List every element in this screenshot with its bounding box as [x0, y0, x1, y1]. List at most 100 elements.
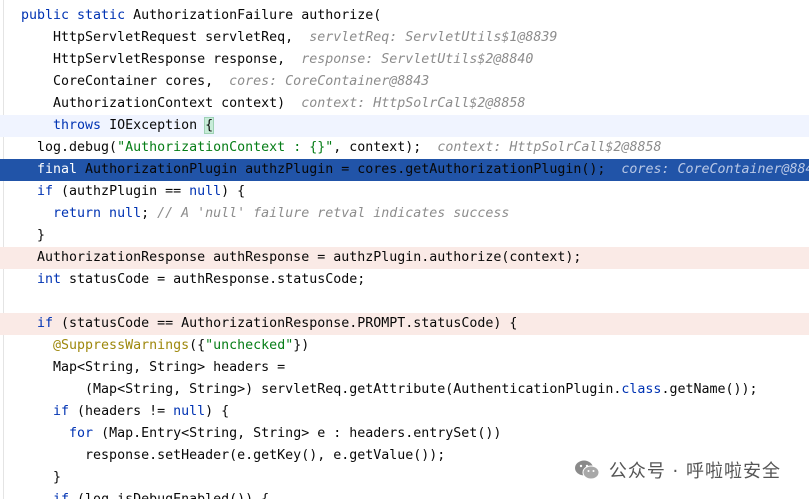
code-token: }): [293, 338, 310, 353]
code-text: for (Map.Entry<String, String> e : heade…: [21, 423, 501, 445]
code-token: statusCode = authResponse.statusCode;: [69, 272, 366, 287]
code-token: AuthorizationPlugin authzPlugin = cores.…: [85, 162, 622, 177]
code-token: (statusCode == AuthorizationResponse.: [61, 316, 358, 331]
code-token: (Map.Entry<String, String> e : headers.e…: [101, 426, 502, 441]
code-text: Map<String, String> headers =: [21, 357, 285, 379]
code-text: throws IOException {: [21, 115, 215, 137]
code-token: HttpServletRequest servletReq,: [21, 30, 310, 45]
code-token: Map<String, String> headers =: [21, 360, 286, 375]
code-text: log.debug("AuthorizationContext : {}", c…: [21, 137, 661, 159]
wechat-icon: [574, 460, 600, 480]
code-text: final AuthorizationPlugin authzPlugin = …: [21, 159, 809, 181]
code-token: HttpServletResponse response,: [21, 52, 302, 67]
code-token: ({: [189, 338, 206, 353]
code-token: response.setHeader(e.getKey(), e.getValu…: [21, 448, 446, 463]
code-line[interactable]: return null; // A 'null' failure retval …: [0, 203, 809, 225]
code-token: (Map<String, String>) servletReq.getAttr…: [21, 382, 622, 397]
code-line[interactable]: log.debug("AuthorizationContext : {}", c…: [0, 137, 809, 159]
code-token: PROMPT: [357, 316, 406, 331]
code-text: public static AuthorizationFailure autho…: [21, 5, 381, 27]
code-token: for: [21, 426, 102, 441]
code-text: }: [21, 225, 45, 247]
code-token: if: [21, 404, 78, 419]
code-token: class: [621, 382, 662, 397]
code-token: null: [173, 404, 206, 419]
code-line[interactable]: if (authzPlugin == null) {: [0, 181, 809, 203]
code-token: }: [21, 470, 62, 485]
code-token: IOException: [109, 118, 206, 133]
code-token: AuthorizationFailure authorize(: [133, 8, 382, 23]
code-token: CoreContainer cores,: [21, 74, 230, 89]
code-text: }: [21, 467, 61, 489]
code-line[interactable]: (Map<String, String>) servletReq.getAttr…: [0, 379, 809, 401]
inlay-hint: cores: CoreContainer@8843: [621, 162, 809, 177]
code-token: ) {: [221, 184, 246, 199]
inlay-hint: cores: CoreContainer@8843: [229, 74, 430, 89]
code-token: return null: [21, 206, 142, 221]
matched-brace: {: [204, 117, 215, 134]
code-text: if (log.isDebugEnabled()) {: [21, 489, 269, 499]
code-token: ) {: [205, 404, 230, 419]
code-token: @SuppressWarnings: [21, 338, 190, 353]
code-token: , context);: [333, 140, 438, 155]
code-text: AuthorizationContext context) context: H…: [21, 93, 525, 115]
code-token: log.debug(: [21, 140, 118, 155]
code-text: @SuppressWarnings({"unchecked"}): [21, 335, 309, 357]
code-token: }: [21, 228, 46, 243]
code-text: int statusCode = authResponse.statusCode…: [21, 269, 365, 291]
code-line[interactable]: AuthorizationContext context) context: H…: [0, 93, 809, 115]
code-token: .statusCode) {: [405, 316, 518, 331]
code-token: if: [21, 316, 62, 331]
inlay-hint: servletReq: ServletUtils$1@8839: [309, 30, 558, 45]
code-line[interactable]: int statusCode = authResponse.statusCode…: [0, 269, 809, 291]
code-text: if (authzPlugin == null) {: [21, 181, 245, 203]
code-token: .getName());: [661, 382, 758, 397]
code-line[interactable]: Map<String, String> headers =: [0, 357, 809, 379]
code-text: if (headers != null) {: [21, 401, 229, 423]
code-text: return null; // A 'null' failure retval …: [21, 203, 509, 225]
code-editor[interactable]: public static AuthorizationFailure autho…: [0, 0, 809, 499]
code-token: null: [189, 184, 222, 199]
code-token: throws: [21, 118, 110, 133]
code-line[interactable]: if (headers != null) {: [0, 401, 809, 423]
code-token: ;: [141, 206, 158, 221]
code-line[interactable]: throws IOException {: [0, 115, 809, 137]
code-token: AuthorizationResponse authResponse = aut…: [21, 250, 582, 265]
code-line[interactable]: [0, 291, 809, 313]
code-text: CoreContainer cores, cores: CoreContaine…: [21, 71, 429, 93]
code-line[interactable]: if (statusCode == AuthorizationResponse.…: [0, 313, 809, 335]
code-token: if: [21, 184, 62, 199]
code-token: "AuthorizationContext : {}": [117, 140, 334, 155]
inlay-hint: context: HttpSolrCall$2@8858: [301, 96, 526, 111]
code-token: if: [21, 492, 77, 499]
code-text: HttpServletResponse response, response: …: [21, 49, 533, 71]
code-token: (authzPlugin ==: [61, 184, 190, 199]
code-text: response.setHeader(e.getKey(), e.getValu…: [21, 445, 445, 467]
code-line[interactable]: AuthorizationResponse authResponse = aut…: [0, 247, 809, 269]
code-token: final: [21, 162, 86, 177]
code-line[interactable]: for (Map.Entry<String, String> e : heade…: [0, 423, 809, 445]
code-text: if (statusCode == AuthorizationResponse.…: [21, 313, 517, 335]
code-token: public static: [21, 8, 134, 23]
code-token: int: [21, 272, 70, 287]
code-token: (log.isDebugEnabled()) {: [77, 492, 269, 499]
inlay-hint: context: HttpSolrCall$2@8858: [437, 140, 662, 155]
code-line[interactable]: if (log.isDebugEnabled()) {: [0, 489, 809, 499]
code-text: (Map<String, String>) servletReq.getAttr…: [21, 379, 758, 401]
code-line[interactable]: CoreContainer cores, cores: CoreContaine…: [0, 71, 809, 93]
code-text: HttpServletRequest servletReq, servletRe…: [21, 27, 557, 49]
code-line[interactable]: public static AuthorizationFailure autho…: [0, 5, 809, 27]
code-comment: // A 'null' failure retval indicates suc…: [157, 206, 510, 221]
code-line[interactable]: HttpServletRequest servletReq, servletRe…: [0, 27, 809, 49]
watermark: 公众号 · 呼啦啦安全: [566, 452, 787, 488]
code-line[interactable]: }: [0, 225, 809, 247]
code-line[interactable]: HttpServletResponse response, response: …: [0, 49, 809, 71]
code-line[interactable]: final AuthorizationPlugin authzPlugin = …: [0, 159, 809, 181]
inlay-hint: response: ServletUtils$2@8840: [301, 52, 534, 67]
code-text: AuthorizationResponse authResponse = aut…: [21, 247, 581, 269]
code-token: (headers !=: [77, 404, 174, 419]
code-token: "unchecked": [205, 338, 294, 353]
code-line[interactable]: @SuppressWarnings({"unchecked"}): [0, 335, 809, 357]
watermark-text: 公众号 · 呼啦啦安全: [608, 461, 781, 482]
code-token: AuthorizationContext context): [21, 96, 302, 111]
